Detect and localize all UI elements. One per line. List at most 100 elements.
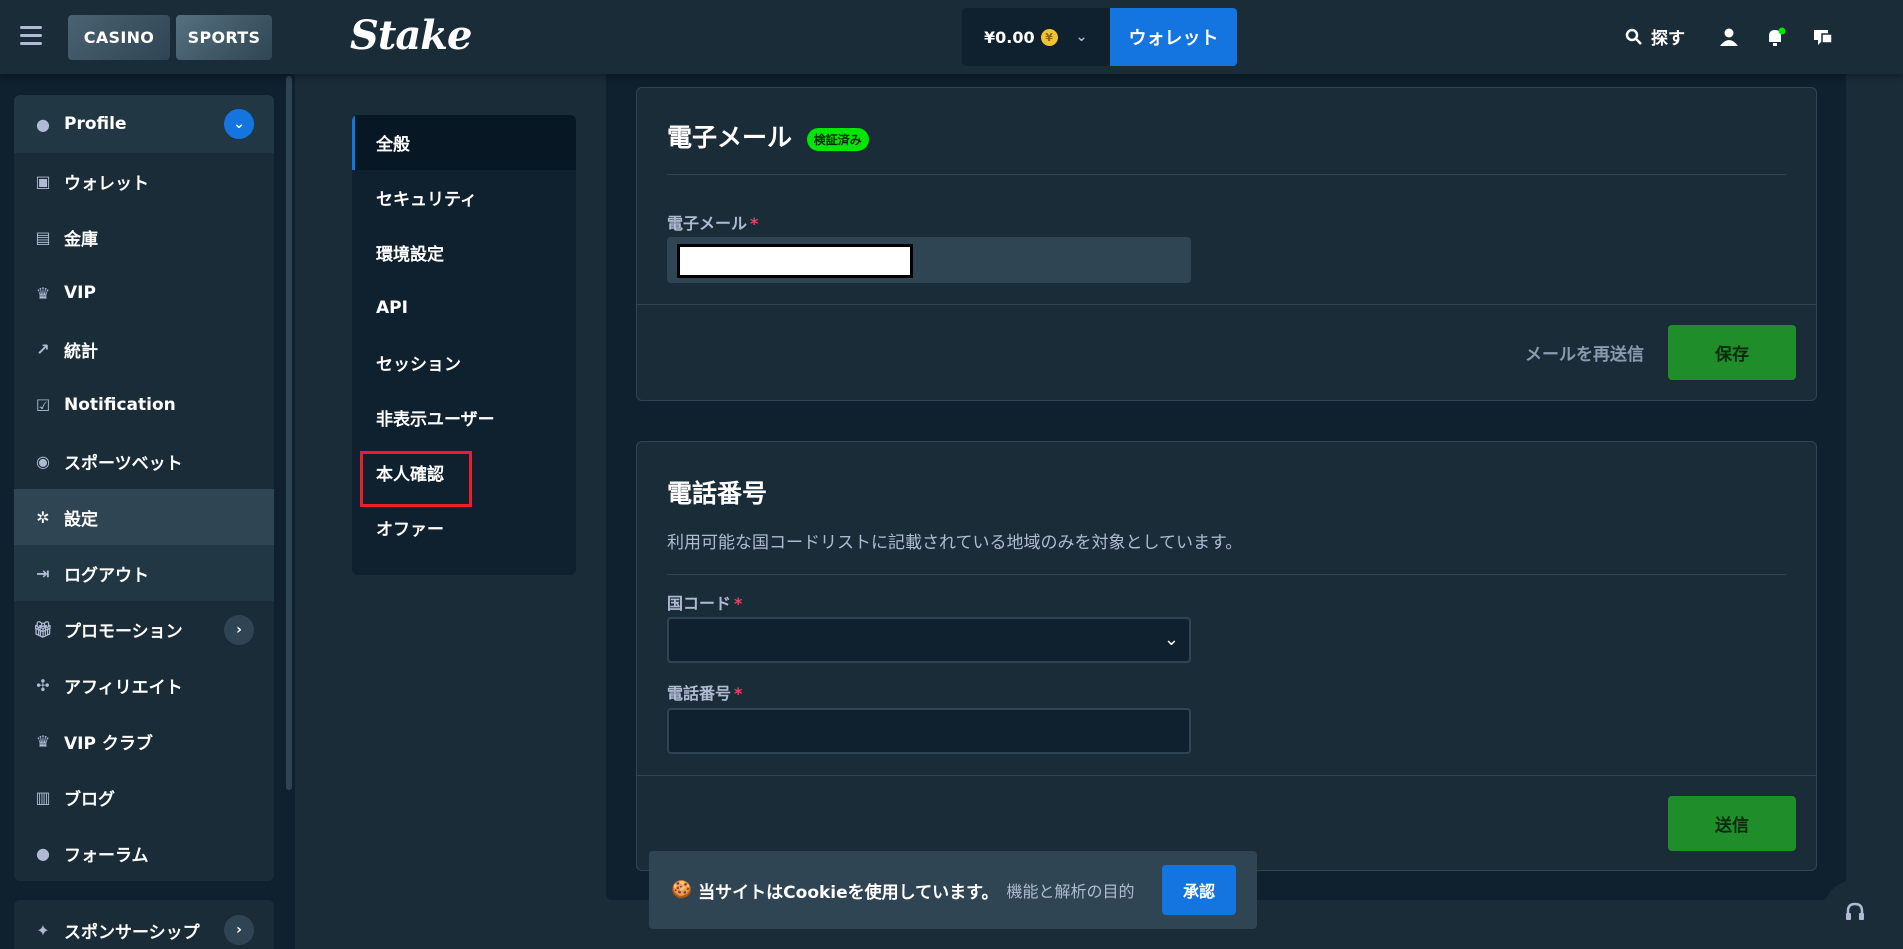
email-field-label: 電子メール * — [667, 210, 758, 234]
sidebar-item-label: Notification — [64, 395, 176, 415]
nav-item-offers[interactable]: オファー — [352, 500, 576, 555]
sidebar-item-label: ブログ — [64, 789, 115, 810]
sidebar-item-notification[interactable]: ☑ Notification — [14, 377, 274, 433]
email-label-text: 電子メール — [667, 214, 748, 233]
sidebar-item-logout[interactable]: ⇥ ログアウト — [14, 545, 274, 601]
sidebar-item-vip[interactable]: ♛ VIP — [14, 265, 274, 321]
accept-cookie-button[interactable]: 承認 — [1162, 865, 1236, 915]
wallet-button[interactable]: ウォレット — [1110, 8, 1237, 66]
top-bar: CASINO SPORTS Stake ¥0.00 ¥ ⌄ ウォレット 探す — [0, 0, 1903, 74]
trophy-icon: ♛ — [35, 283, 51, 303]
sidebar-item-vault[interactable]: ▤ 金庫 — [14, 209, 274, 265]
sidebar-item-label: 統計 — [64, 341, 98, 362]
resend-email-link[interactable]: メールを再送信 — [1525, 340, 1644, 365]
chat-icon: ● — [36, 843, 50, 863]
sidebar-item-sponsorship[interactable]: ✦ スポンサーシップ › — [14, 900, 274, 949]
phone-number-field[interactable] — [667, 708, 1191, 754]
nav-item-general[interactable]: 全般 — [352, 115, 576, 170]
chevron-down-icon[interactable]: ⌄ — [224, 109, 254, 139]
sports-icon: ◉ — [36, 451, 50, 471]
search-icon — [1625, 28, 1642, 45]
user-icon: ● — [36, 114, 50, 134]
phone-label-text: 電話番号 — [667, 684, 732, 703]
sidebar-item-label: VIP クラブ — [64, 733, 153, 754]
divider — [667, 174, 1786, 175]
country-code-select[interactable]: ⌄ — [667, 617, 1191, 663]
divider — [637, 775, 1816, 776]
user-icon[interactable] — [1718, 26, 1740, 48]
affiliate-icon: ✣ — [36, 675, 50, 695]
nav-item-hidden-users[interactable]: 非表示ユーザー — [352, 390, 576, 445]
sports-button[interactable]: SPORTS — [176, 15, 272, 60]
divider — [637, 304, 1816, 305]
chevron-down-icon: ⌄ — [1163, 629, 1179, 650]
cookie-purpose-text: 機能と解析の目的 — [1006, 882, 1135, 901]
gift-icon: 🎁︎ — [32, 619, 54, 639]
sidebar-item-affiliate[interactable]: ✣ アフィリエイト — [14, 657, 274, 713]
sidebar-menu: ● Profile ⌄ ▣ ウォレット ▤ 金庫 ♛ VIP ↗ 統計 ☑ No… — [14, 95, 274, 881]
sidebar-item-label: Profile — [64, 114, 127, 134]
country-label-text: 国コード — [667, 594, 732, 613]
stats-icon: ↗ — [36, 339, 50, 359]
nav-item-security[interactable]: セキュリティ — [352, 170, 576, 225]
cookie-banner: 🍪 当サイトはCookieを使用しています。 機能と解析の目的 承認 — [649, 851, 1257, 929]
bell-icon[interactable] — [1764, 26, 1786, 48]
search-button[interactable]: 探す — [1625, 24, 1685, 49]
divider — [667, 574, 1786, 575]
sidebar-item-sportsbet[interactable]: ◉ スポーツベット — [14, 433, 274, 489]
email-field[interactable] — [667, 237, 1191, 283]
sidebar-item-blog[interactable]: ▥ ブログ — [14, 769, 274, 825]
stake-logo[interactable]: Stake — [350, 12, 472, 59]
headset-icon[interactable] — [1823, 880, 1887, 944]
phone-description: 利用可能な国コードリストに記載されている地域のみを対象としています。 — [667, 533, 1243, 553]
sidebar-item-label: スポンサーシップ — [64, 922, 200, 943]
sidebar-item-label: 金庫 — [64, 229, 98, 250]
sidebar-item-profile[interactable]: ● Profile ⌄ — [14, 95, 274, 153]
required-mark: * — [734, 594, 743, 613]
nav-item-api[interactable]: API — [352, 280, 576, 335]
sidebar-item-forum[interactable]: ● フォーラム — [14, 825, 274, 881]
support-icon — [1846, 902, 1864, 920]
sidebar-item-promotion[interactable]: 🎁︎ プロモーション › — [14, 601, 274, 657]
blog-icon: ▥ — [35, 787, 51, 807]
country-code-label: 国コード * — [667, 590, 742, 614]
handshake-icon: ✦ — [36, 920, 50, 940]
menu-icon[interactable] — [20, 26, 42, 46]
sidebar-item-label: 設定 — [64, 509, 98, 530]
sidebar-item-label: プロモーション — [64, 621, 183, 642]
search-label: 探す — [1651, 29, 1685, 49]
email-title-text: 電子メール — [667, 123, 793, 152]
wallet-icon: ▣ — [35, 171, 51, 191]
nav-item-sessions[interactable]: セッション — [352, 335, 576, 390]
sidebar-item-stats[interactable]: ↗ 統計 — [14, 321, 274, 377]
phone-number-label: 電話番号 * — [667, 680, 742, 704]
sidebar-item-wallet[interactable]: ▣ ウォレット — [14, 153, 274, 209]
chevron-right-icon[interactable]: › — [224, 615, 254, 645]
sidebar-scrollbar[interactable] — [286, 76, 292, 790]
email-card: 電子メール 検証済み 電子メール * メールを再送信 保存 — [636, 87, 1817, 401]
sidebar: ● Profile ⌄ ▣ ウォレット ▤ 金庫 ♛ VIP ↗ 統計 ☑ No… — [0, 74, 282, 949]
vault-icon: ▤ — [35, 227, 51, 247]
redacted-email-value — [677, 244, 913, 278]
chevron-down-icon: ⌄ — [1075, 29, 1088, 45]
notification-icon: ☑ — [35, 395, 51, 415]
sidebar-item-label: VIP — [64, 283, 96, 303]
sidebar-item-label: ウォレット — [64, 173, 149, 194]
chat-icon[interactable] — [1812, 26, 1834, 48]
balance-amount: ¥0.00 — [984, 27, 1035, 47]
sidebar-item-settings[interactable]: ✲ 設定 — [14, 489, 274, 545]
chevron-right-icon[interactable]: › — [224, 915, 254, 945]
verified-badge: 検証済み — [806, 127, 869, 151]
sidebar-item-vip-club[interactable]: ♛ VIP クラブ — [14, 713, 274, 769]
submit-button[interactable]: 送信 — [1668, 796, 1796, 851]
logout-icon: ⇥ — [36, 563, 50, 583]
casino-button[interactable]: CASINO — [68, 15, 170, 60]
highlight-annotation — [360, 451, 472, 507]
balance-selector[interactable]: ¥0.00 ¥ ⌄ — [962, 8, 1110, 66]
email-card-title: 電子メール 検証済み — [667, 118, 869, 154]
sidebar-item-label: スポーツベット — [64, 453, 183, 474]
required-mark: * — [734, 684, 743, 703]
nav-item-preferences[interactable]: 環境設定 — [352, 225, 576, 280]
gear-icon: ✲ — [36, 507, 50, 527]
save-button[interactable]: 保存 — [1668, 325, 1796, 380]
